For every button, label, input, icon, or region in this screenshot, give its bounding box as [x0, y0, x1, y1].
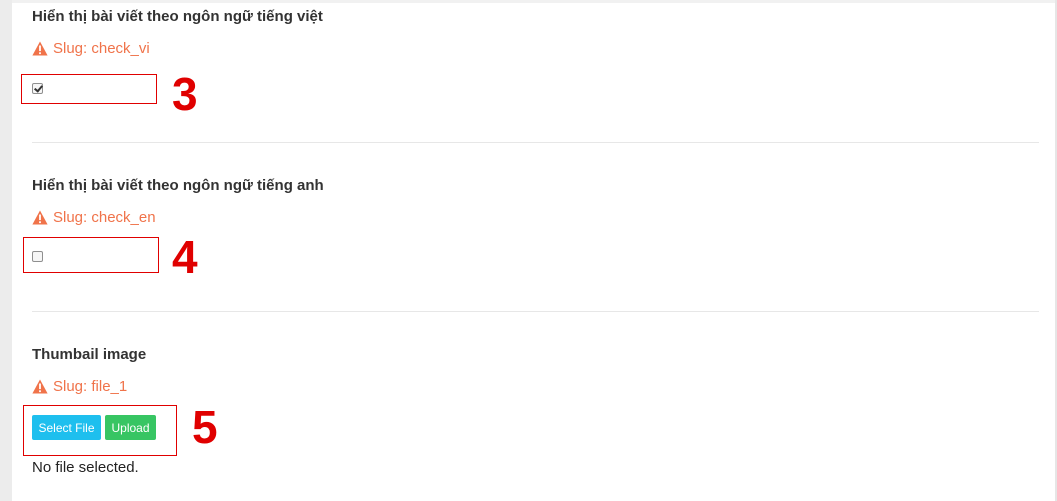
slug-file-1: Slug: file_1 — [32, 378, 127, 395]
section-divider — [32, 311, 1039, 312]
upload-button[interactable]: Upload — [105, 415, 156, 440]
warning-icon — [32, 210, 48, 225]
section-divider — [32, 142, 1039, 143]
annotation-box-4 — [23, 237, 159, 273]
field-title-check-en: Hiển thị bài viết theo ngôn ngữ tiếng an… — [32, 177, 324, 194]
field-title-thumbnail: Thumbail image — [32, 346, 147, 363]
check-en-checkbox[interactable] — [32, 251, 43, 262]
select-file-button[interactable]: Select File — [32, 415, 101, 440]
check-vi-checkbox[interactable] — [32, 83, 43, 94]
annotation-number-5: 5 — [192, 401, 218, 453]
slug-text: Slug: file_1 — [53, 378, 128, 395]
file-status-text: No file selected. — [32, 459, 139, 476]
left-gutter — [0, 0, 12, 501]
annotation-number-3: 3 — [172, 68, 198, 120]
slug-text: Slug: check_en — [53, 209, 156, 226]
warning-icon — [32, 41, 48, 56]
field-title-check-vi: Hiển thị bài viết theo ngôn ngữ tiếng vi… — [32, 8, 323, 25]
warning-icon — [32, 379, 48, 394]
slug-check-en: Slug: check_en — [32, 209, 156, 226]
slug-text: Slug: check_vi — [53, 40, 150, 57]
slug-check-vi: Slug: check_vi — [32, 40, 150, 57]
top-divider — [12, 0, 1055, 3]
annotation-number-4: 4 — [172, 231, 198, 283]
